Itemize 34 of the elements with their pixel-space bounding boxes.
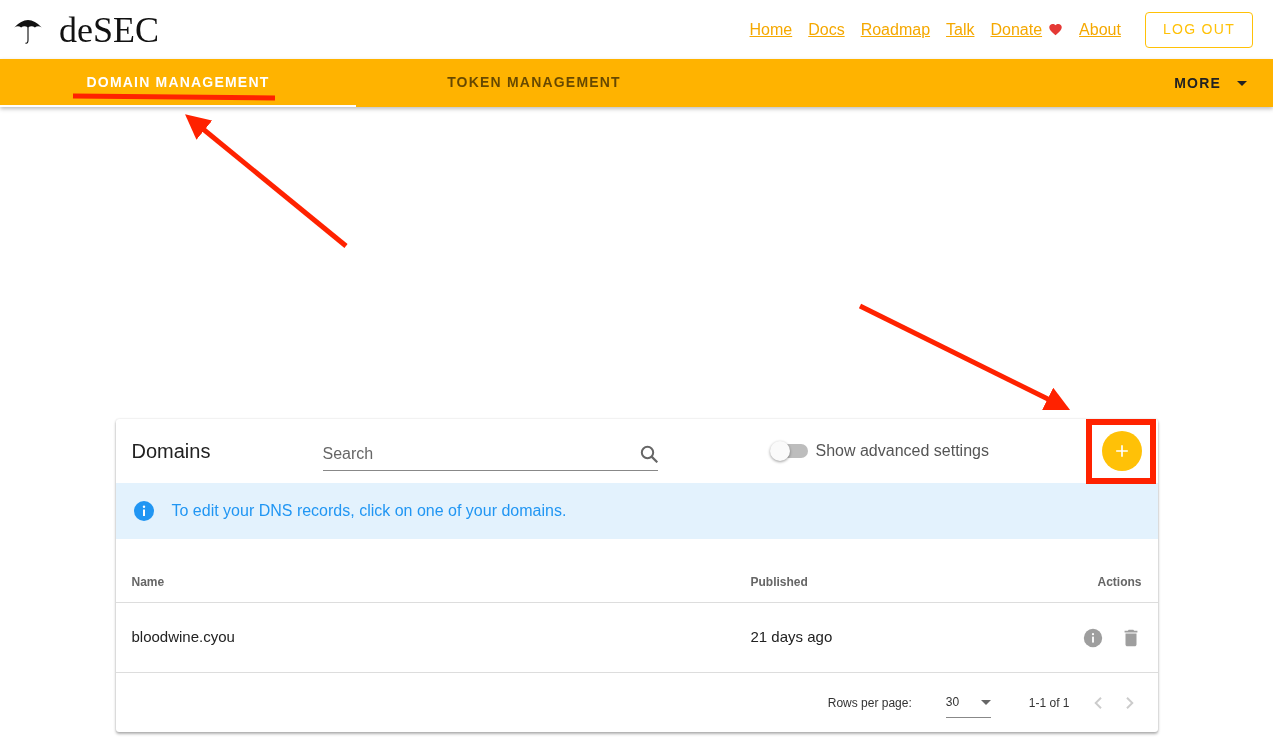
search-icon — [639, 444, 658, 463]
chevron-left-icon[interactable] — [1093, 697, 1102, 710]
nav-link[interactable]: About — [1079, 17, 1121, 42]
logout-button[interactable]: LOG OUT — [1144, 11, 1253, 48]
domain-name[interactable]: bloodwine.cyou — [131, 626, 235, 649]
more-menu[interactable]: MORE — [1158, 59, 1273, 107]
card-title: Domains — [131, 439, 212, 464]
nav-link[interactable]: Roadmap — [860, 17, 931, 42]
nav-link[interactable]: Docs — [808, 17, 845, 42]
tab[interactable]: TOKEN MANAGEMENT — [356, 59, 712, 107]
rows-per-page-select[interactable]: 30 — [945, 687, 991, 718]
column-header: Name — [131, 573, 165, 591]
info-icon[interactable] — [1081, 626, 1104, 649]
nav-link[interactable]: Donate — [990, 17, 1043, 42]
toggle-switch[interactable] — [771, 444, 808, 458]
nav-link[interactable]: Talk — [946, 17, 975, 42]
search-field[interactable]: Search — [322, 441, 640, 466]
info-icon — [131, 499, 156, 523]
page-range: 1-1 of 1 — [1028, 694, 1070, 712]
rows-per-page-label: Rows per page: — [827, 694, 912, 712]
column-header: Published — [750, 573, 808, 591]
info-text: To edit your DNS records, click on one of your domains. — [171, 501, 567, 521]
logo-text: deSEC — [59, 11, 159, 48]
tab[interactable]: DOMAIN MANAGEMENT — [0, 59, 356, 107]
chevron-right-icon[interactable] — [1125, 697, 1134, 710]
caret-icon[interactable] — [980, 699, 991, 705]
caret-icon — [1237, 80, 1247, 86]
nav-link[interactable]: Home — [749, 17, 793, 42]
toggle-label: Show advanced settings — [815, 441, 989, 461]
published-date: 21 days ago — [750, 627, 833, 648]
column-header: Actions — [1097, 573, 1142, 591]
annotation-highlight-box — [1086, 419, 1156, 484]
heart-icon — [1048, 22, 1064, 37]
add-button[interactable] — [1101, 431, 1142, 471]
